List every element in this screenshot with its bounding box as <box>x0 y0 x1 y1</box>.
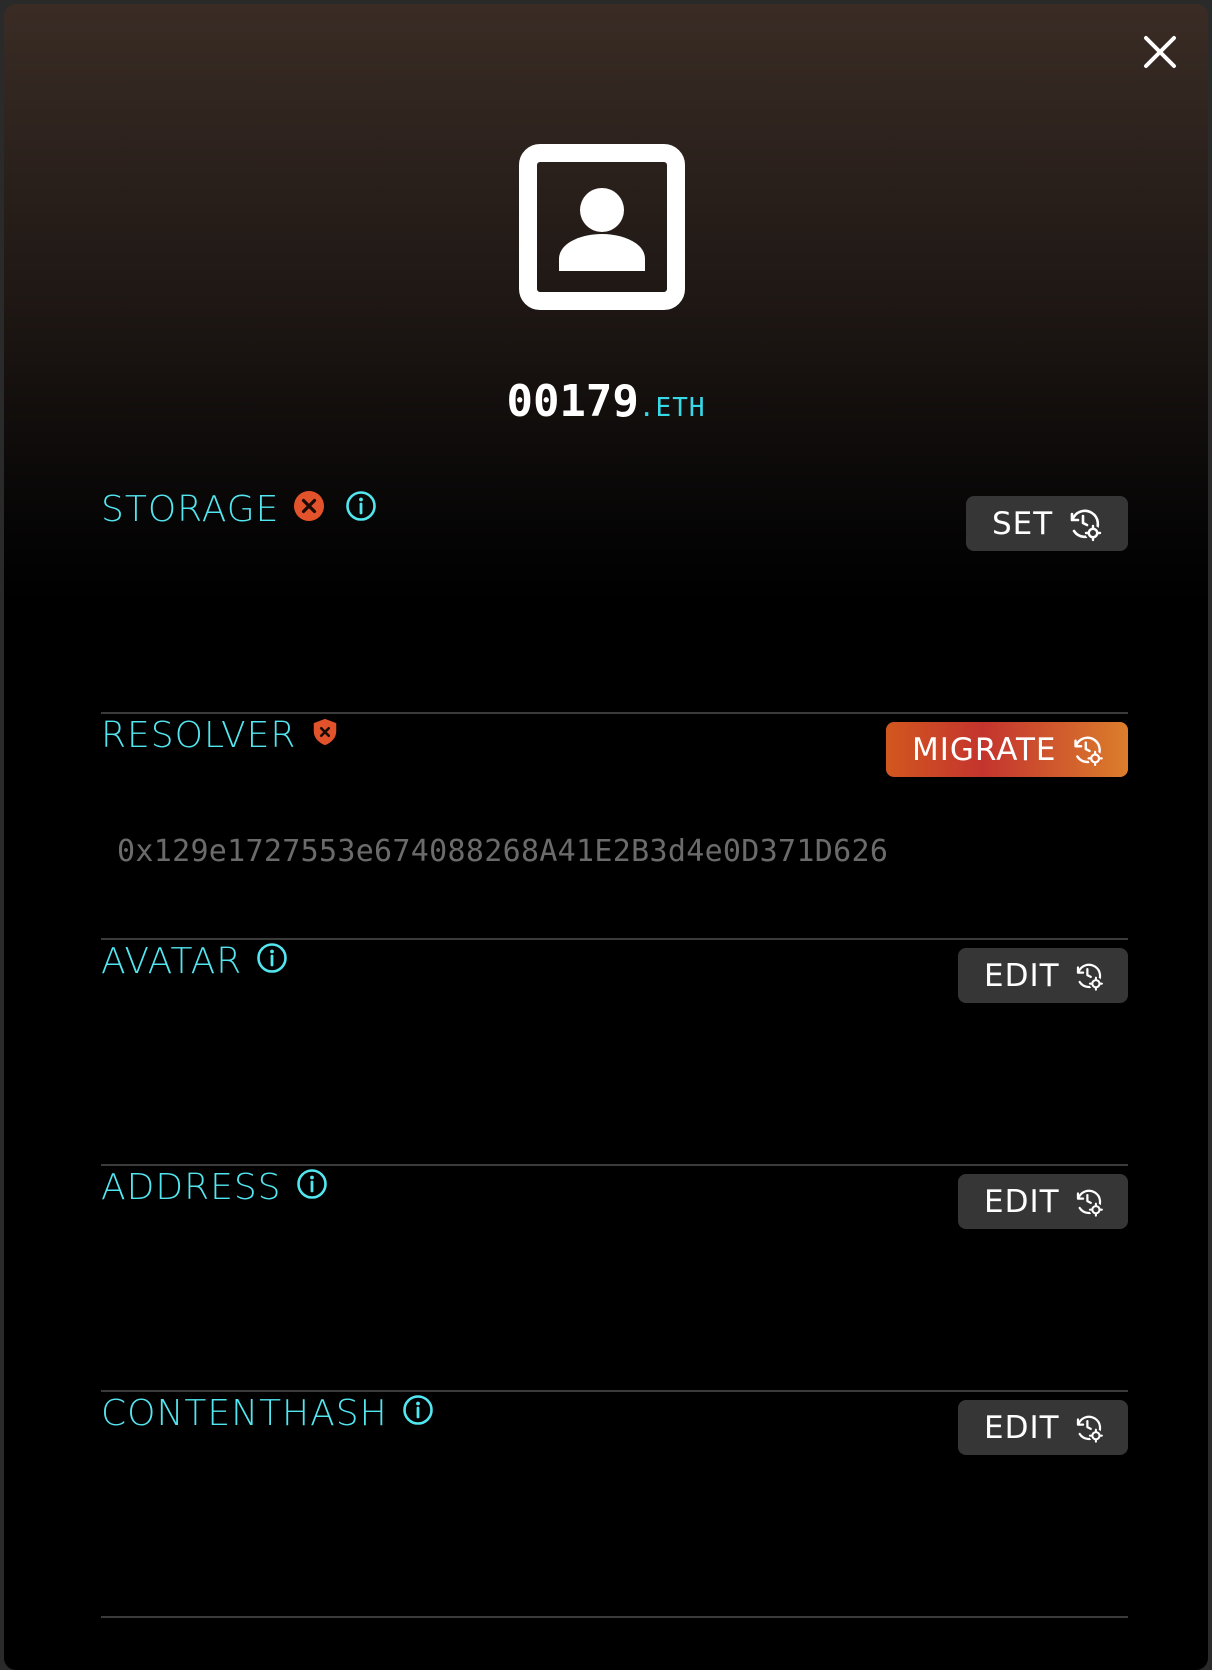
resolver-section: RESOLVER MIGRATE 0x129e1727553e674088268… <box>101 714 1128 940</box>
resolver-migrate-button[interactable]: MIGRATE <box>886 722 1128 777</box>
avatar-label: AVATAR <box>101 941 243 982</box>
history-gear-icon <box>1073 736 1103 766</box>
edit-button-label: EDIT <box>984 1183 1060 1220</box>
avatar-header: AVATAR <box>101 940 288 984</box>
edit-button-label: EDIT <box>984 957 1060 994</box>
history-gear-icon <box>1070 509 1102 541</box>
avatar-section: AVATAR EDIT <box>101 940 1128 1166</box>
history-gear-icon <box>1076 963 1103 991</box>
history-gear-icon <box>1076 1415 1103 1443</box>
info-icon[interactable] <box>402 1394 434 1426</box>
set-button-label: SET <box>992 505 1054 542</box>
info-icon[interactable] <box>256 942 288 974</box>
storage-label: STORAGE <box>101 489 280 530</box>
contenthash-section: CONTENTHASH EDIT <box>101 1392 1128 1618</box>
migrate-button-label: MIGRATE <box>912 731 1057 768</box>
error-x-circle-icon[interactable] <box>293 490 325 522</box>
avatar-edit-button[interactable]: EDIT <box>958 948 1128 1003</box>
contenthash-edit-button[interactable]: EDIT <box>958 1400 1128 1455</box>
name-details-modal: 00179.ETH STORAGE SET RESOLVER MIGRATE 0… <box>4 4 1208 1670</box>
info-icon[interactable] <box>296 1168 328 1200</box>
resolver-address-value: 0x129e1727553e674088268A41E2B3d4e0D371D6… <box>117 834 889 869</box>
storage-set-button[interactable]: SET <box>966 496 1128 551</box>
domain-name-title: 00179.ETH <box>4 376 1208 427</box>
history-gear-icon <box>1076 1189 1103 1217</box>
address-header: ADDRESS <box>101 1166 328 1210</box>
contenthash-header: CONTENTHASH <box>101 1392 434 1436</box>
resolver-header: RESOLVER <box>101 714 340 758</box>
close-icon[interactable] <box>1140 32 1180 72</box>
storage-header: STORAGE <box>101 488 377 532</box>
info-icon[interactable] <box>345 490 377 522</box>
storage-section: STORAGE SET <box>101 488 1128 714</box>
shield-x-icon[interactable] <box>310 716 340 748</box>
user-portrait-icon <box>519 144 685 310</box>
resolver-label: RESOLVER <box>101 715 297 756</box>
address-edit-button[interactable]: EDIT <box>958 1174 1128 1229</box>
contenthash-label: CONTENTHASH <box>101 1393 388 1434</box>
edit-button-label: EDIT <box>984 1409 1060 1446</box>
domain-label: 00179 <box>506 376 639 427</box>
domain-tld: .ETH <box>638 393 706 423</box>
address-label: ADDRESS <box>101 1167 282 1208</box>
address-section: ADDRESS EDIT <box>101 1166 1128 1392</box>
